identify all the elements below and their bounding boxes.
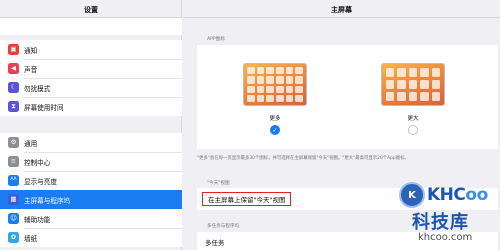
sidebar-title: 设置 bbox=[84, 6, 98, 14]
sidebar-item-label: 屏幕使用时间 bbox=[24, 103, 64, 112]
sidebar-item-home-grid[interactable]: ▦ 主屏幕与程序坞 bbox=[0, 190, 182, 209]
multitasking-row[interactable]: 多任务 bbox=[205, 237, 225, 247]
sidebar-item-label: 墙纸 bbox=[24, 234, 38, 243]
multitasking-header: 多任务与程序坞 bbox=[207, 224, 240, 229]
app-icon-placeholder bbox=[431, 68, 440, 77]
app-icon-placeholder bbox=[266, 85, 274, 93]
app-icon-placeholder bbox=[285, 67, 294, 75]
sidebar-item-moon[interactable]: ☾ 勿扰模式 bbox=[0, 78, 182, 97]
app-icon-placeholder bbox=[420, 92, 429, 101]
sidebar-item-label: 显示与亮度 bbox=[24, 177, 57, 186]
watermark-brand: KHCoo bbox=[427, 185, 488, 205]
sidebar-item-label: 声音 bbox=[24, 65, 38, 74]
sidebar-item-label: 通用 bbox=[24, 139, 38, 148]
app-icon-placeholder bbox=[386, 92, 395, 101]
sidebar-item-brightness[interactable]: AA 显示与亮度 bbox=[0, 171, 182, 190]
app-icon-placeholder bbox=[266, 76, 274, 84]
app-icon-placeholder bbox=[285, 94, 294, 102]
option-larger-label: 更大 bbox=[407, 116, 419, 122]
app-icon-placeholder bbox=[256, 94, 265, 102]
keep-today-view-label: 在主屏幕上保留"今天"视图 bbox=[208, 196, 286, 204]
sidebar-item-gear[interactable]: ⚙ 通用 bbox=[0, 133, 182, 152]
hourglass-icon: ⧗ bbox=[8, 101, 19, 112]
watermark-brand-suffix: oo bbox=[465, 185, 488, 205]
moon-icon: ☾ bbox=[8, 82, 19, 93]
sidebar-item-label: 通知 bbox=[24, 46, 38, 55]
wallpaper-icon: ✿ bbox=[8, 232, 19, 243]
sidebar-item-label: 勿扰模式 bbox=[24, 84, 51, 93]
site-watermark: K KHCoo 科技库 khcoo.com bbox=[394, 182, 500, 250]
home-grid-icon: ▦ bbox=[8, 194, 19, 205]
app-icon-placeholder bbox=[431, 80, 440, 89]
sidebar-item-speaker[interactable]: ◀ 声音 bbox=[0, 59, 182, 78]
app-icon-placeholder bbox=[295, 85, 303, 93]
sidebar-item-control-center[interactable]: ≡ 控制中心 bbox=[0, 152, 182, 171]
app-icon-placeholder bbox=[386, 80, 395, 89]
app-icons-options: 更多 更大 ✓ bbox=[197, 45, 498, 149]
sidebar-item-accessibility[interactable]: ☺ 辅助功能 bbox=[0, 209, 182, 228]
app-icon-placeholder bbox=[397, 92, 406, 101]
app-icon-placeholder bbox=[295, 67, 303, 75]
app-icon-placeholder bbox=[275, 94, 284, 102]
brightness-icon: AA bbox=[8, 175, 19, 186]
watermark-stamp-icon: K bbox=[399, 182, 425, 208]
app-icon-placeholder bbox=[266, 67, 274, 75]
sidebar-item-hourglass[interactable]: ⧗ 屏幕使用时间 bbox=[0, 97, 182, 116]
option-more-label: 更多 bbox=[269, 116, 281, 122]
settings-group-system: ⚙ 通用 ≡ 控制中心 AA 显示与亮度 ▦ 主屏幕与程序坞 ☺ 辅助功能 ✿ 墙纸 bbox=[0, 133, 182, 247]
option-more-radio[interactable]: ✓ bbox=[270, 125, 280, 135]
speaker-icon: ◀ bbox=[8, 63, 19, 74]
detail-divider bbox=[183, 17, 500, 18]
app-icon-placeholder bbox=[408, 68, 418, 77]
settings-sidebar: 设置 ▣ 通知 ◀ 声音 ☾ 勿扰模式 ⧗ 屏幕使用时间 ⚙ 通用 ≡ 控制中心 AA 显示与亮度 ▦ 主屏… bbox=[0, 0, 182, 250]
checkmark-icon: ✓ bbox=[272, 126, 278, 134]
gear-icon: ⚙ bbox=[8, 137, 19, 148]
sidebar-item-label: 控制中心 bbox=[24, 158, 51, 167]
app-icon-placeholder bbox=[420, 80, 429, 89]
app-icons-header: APP图标 bbox=[207, 37, 225, 42]
app-icon-placeholder bbox=[275, 76, 284, 84]
app-icon-placeholder bbox=[256, 67, 265, 75]
detail-title: 主屏幕 bbox=[331, 6, 352, 14]
today-view-header: "今天"视图 bbox=[207, 181, 230, 186]
watermark-chinese-name: 科技库 bbox=[412, 212, 469, 233]
watermark-logo: K KHCoo bbox=[399, 182, 488, 208]
app-icon-placeholder bbox=[275, 85, 284, 93]
watermark-brand-prefix: KHC bbox=[427, 185, 466, 205]
keep-today-view-toggle-row[interactable]: 在主屏幕上保留"今天"视图 bbox=[202, 192, 292, 206]
bell-icon: ▣ bbox=[8, 44, 19, 55]
app-icon-placeholder bbox=[408, 80, 418, 89]
sidebar-item-label: 辅助功能 bbox=[24, 215, 51, 224]
sidebar-item-label: 主屏幕与程序坞 bbox=[24, 196, 71, 205]
app-icon-placeholder bbox=[266, 94, 274, 102]
app-icon-placeholder bbox=[285, 76, 294, 84]
app-icon-placeholder bbox=[431, 92, 440, 101]
app-icon-placeholder bbox=[247, 94, 255, 102]
app-icon-placeholder bbox=[397, 80, 406, 89]
larger-layout-preview[interactable] bbox=[381, 63, 445, 106]
accessibility-icon: ☺ bbox=[8, 213, 19, 224]
app-icon-placeholder bbox=[397, 68, 406, 77]
app-icon-placeholder bbox=[386, 68, 395, 77]
app-icon-placeholder bbox=[247, 85, 255, 93]
app-icon-placeholder bbox=[285, 85, 294, 93]
app-icon-placeholder bbox=[247, 76, 255, 84]
profile-row[interactable] bbox=[0, 18, 182, 35]
more-layout-preview[interactable] bbox=[243, 63, 307, 106]
sidebar-item-bell[interactable]: ▣ 通知 bbox=[0, 40, 182, 59]
app-icon-placeholder bbox=[295, 76, 303, 84]
app-icon-placeholder bbox=[275, 67, 284, 75]
app-icon-placeholder bbox=[247, 67, 255, 75]
app-icon-placeholder bbox=[295, 94, 303, 102]
sidebar-item-wallpaper[interactable]: ✿ 墙纸 bbox=[0, 228, 182, 247]
app-icon-placeholder bbox=[420, 68, 429, 77]
app-icon-placeholder bbox=[256, 85, 265, 93]
app-icon-placeholder bbox=[408, 92, 418, 101]
settings-group-notifications: ▣ 通知 ◀ 声音 ☾ 勿扰模式 ⧗ 屏幕使用时间 bbox=[0, 40, 182, 116]
watermark-url: khcoo.com bbox=[418, 232, 473, 243]
app-icons-footnote: "更多"会在每一页显示最多30个图标，并可选择在主屏幕保留"今天"视图。"更大"… bbox=[197, 156, 409, 161]
option-larger-radio[interactable] bbox=[408, 125, 418, 135]
app-icon-placeholder bbox=[256, 76, 265, 84]
control-center-icon: ≡ bbox=[8, 156, 19, 167]
